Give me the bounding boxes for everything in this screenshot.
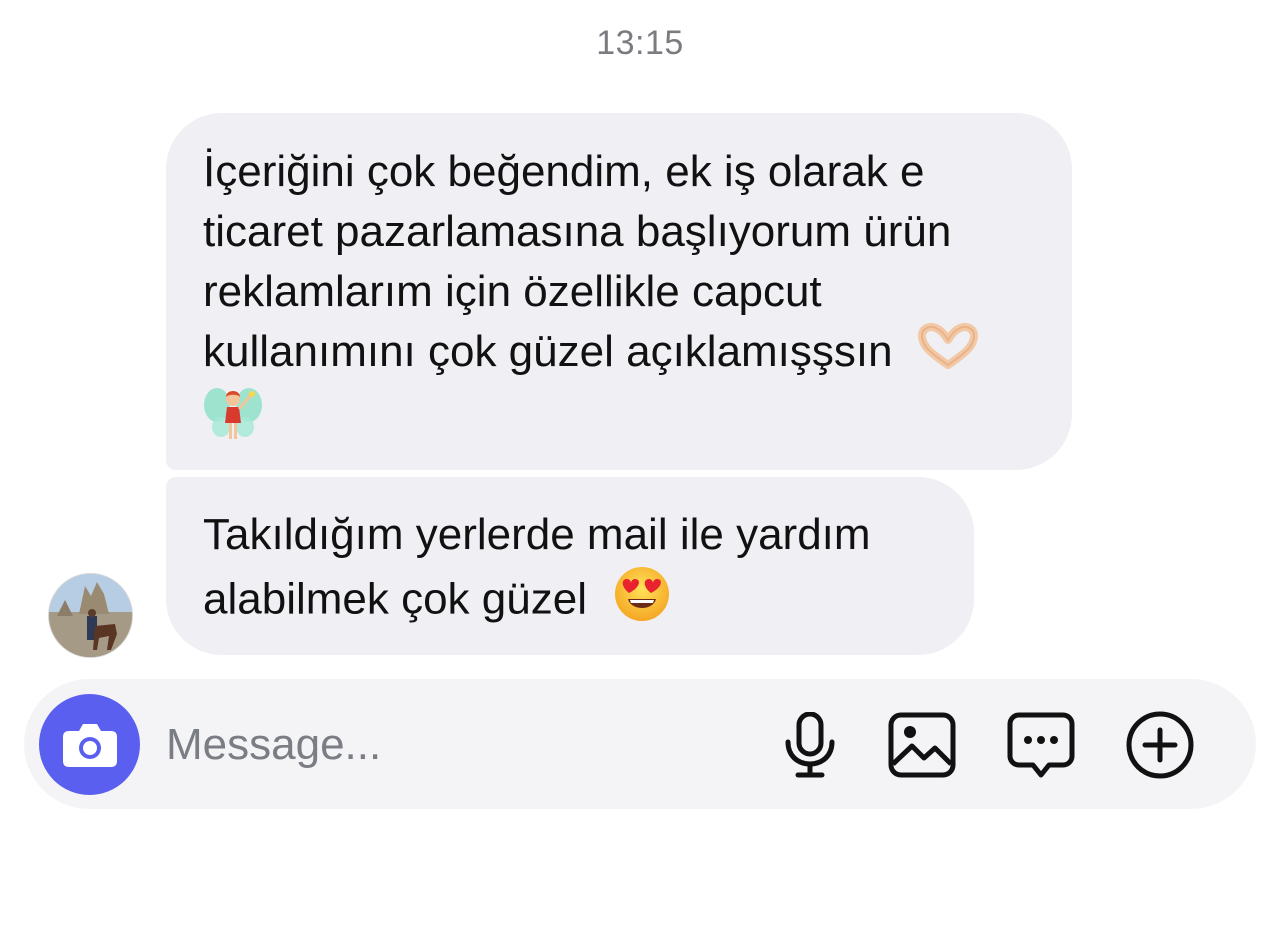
- sticker-button[interactable]: [1006, 710, 1076, 780]
- message-line: ticaret pazarlamasına başlıyorum ürün: [203, 207, 952, 256]
- message-line: kullanımını çok güzel açıklamışşsın: [203, 327, 893, 376]
- gallery-icon: [888, 712, 956, 778]
- message-timestamp: 13:15: [596, 24, 684, 62]
- emoji-line: [203, 385, 979, 463]
- message-line-with-emoji: kullanımını çok güzel açıklamışşsın: [203, 322, 979, 385]
- gallery-button[interactable]: [887, 710, 957, 780]
- camera-button[interactable]: [39, 694, 140, 795]
- message-line: reklamlarım için özellikle capcut: [203, 267, 822, 316]
- sticker-icon: [1007, 712, 1075, 778]
- heart-eyes-emoji: [613, 565, 671, 639]
- plus-icon: [1125, 710, 1195, 780]
- avatar[interactable]: [48, 573, 133, 658]
- message-text: İçeriğini çok beğendim, ek iş olarak e t…: [203, 142, 979, 463]
- heart-hands-emoji: [917, 323, 979, 385]
- message-line-with-emoji: alabilmek çok güzel: [203, 565, 871, 639]
- message-line: alabilmek çok güzel: [203, 574, 587, 624]
- voice-message-button[interactable]: [775, 710, 845, 780]
- microphone-icon: [783, 712, 837, 778]
- message-line: İçeriğini çok beğendim, ek iş olarak e: [203, 147, 925, 196]
- message-line: Takıldığım yerlerde mail ile yardım: [203, 510, 871, 559]
- message-text: Takıldığım yerlerde mail ile yardım alab…: [203, 505, 871, 639]
- message-input[interactable]: [166, 712, 726, 778]
- fairy-emoji: [203, 385, 263, 463]
- camera-icon: [61, 721, 119, 769]
- more-button[interactable]: [1125, 710, 1195, 780]
